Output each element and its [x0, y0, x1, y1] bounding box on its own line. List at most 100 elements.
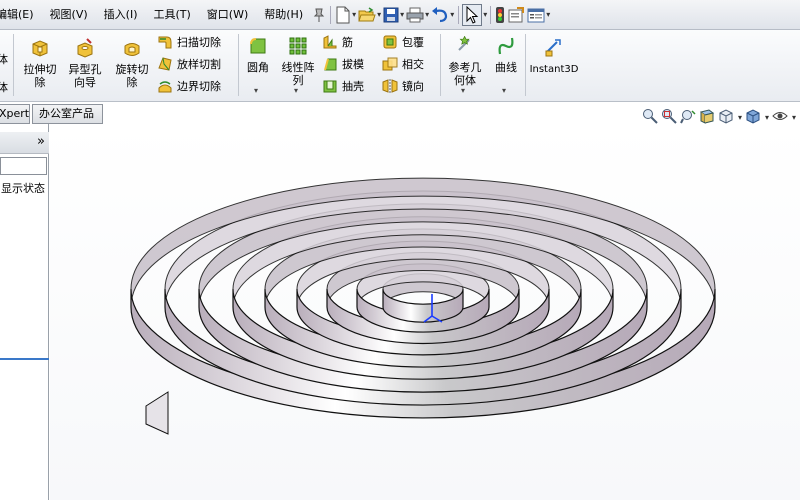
ribbon-partial-label: 体 — [0, 81, 8, 94]
hide-show-icon[interactable] — [772, 108, 788, 127]
print-icon[interactable]: ▾ — [405, 4, 430, 26]
shell-label: 抽壳 — [342, 80, 364, 93]
panel-header: » — [0, 132, 49, 154]
options-icon[interactable] — [506, 4, 526, 26]
curves-button[interactable]: 曲线 — [489, 36, 523, 74]
linear-pattern-dropdown[interactable]: ▾ — [294, 86, 298, 95]
rib-button[interactable]: 筋 — [322, 33, 353, 51]
linear-pattern-label: 线性阵 列 — [281, 61, 315, 87]
toolbar-separator — [330, 5, 332, 24]
tab-xpert[interactable]: Xpert — [0, 104, 30, 124]
heads-up-view-toolbar: ▾ ▾ ▾ — [642, 108, 796, 127]
extrude-cut-label: 拉伸切 除 — [23, 63, 57, 89]
ribbon-partial-item-1[interactable]: 体 — [0, 50, 8, 68]
ribbon-separator — [440, 34, 441, 96]
open-folder-icon[interactable]: ▾ — [357, 4, 382, 26]
linear-pattern-button[interactable]: 线性阵 列 — [277, 36, 319, 87]
solidworks-window: 编辑(E) 视图(V) 插入(I) 工具(T) 窗口(W) 帮助(H) ▾ ▾ … — [0, 0, 800, 500]
rib-icon — [323, 35, 337, 49]
boundary-cut-icon — [158, 81, 172, 93]
spiral-model[interactable] — [50, 124, 800, 500]
spiral-end-tab — [145, 391, 169, 435]
curves-dropdown[interactable]: ▾ — [502, 86, 506, 95]
instant3d-icon — [545, 39, 561, 57]
curves-label: 曲线 — [495, 61, 517, 74]
shell-icon — [323, 80, 337, 93]
shell-button[interactable]: 抽壳 — [322, 77, 364, 95]
sweep-cut-icon — [158, 36, 172, 49]
previous-view-icon[interactable] — [680, 108, 696, 127]
view-orientation-icon[interactable] — [718, 108, 734, 127]
wrap-label: 包覆 — [402, 36, 424, 49]
hole-wizard-icon — [77, 38, 93, 58]
ribbon-partial-item-2[interactable]: 体 — [0, 78, 8, 96]
tab-office-products[interactable]: 办公室产品 — [32, 104, 103, 124]
loft-cut-icon — [158, 57, 172, 71]
ribbon-separator — [525, 34, 526, 96]
mirror-icon — [382, 79, 398, 93]
intersect-button[interactable]: 相交 — [382, 55, 424, 73]
revolve-cut-icon — [124, 43, 140, 56]
menu-window[interactable]: 窗口(W) — [199, 0, 256, 30]
ribbon-partial-label: 体 — [0, 53, 8, 66]
expand-panel-button[interactable]: » — [37, 134, 45, 149]
draft-button[interactable]: 拔模 — [322, 55, 364, 73]
panel-filter-input[interactable] — [0, 157, 47, 175]
pin-icon[interactable] — [311, 4, 327, 26]
fillet-dropdown[interactable]: ▾ — [254, 86, 258, 95]
curves-icon — [498, 37, 514, 55]
rib-label: 筋 — [342, 36, 353, 49]
display-state-label: 显示状态 — [1, 182, 45, 195]
linear-pattern-icon — [289, 37, 307, 55]
wrap-button[interactable]: 包覆 — [382, 33, 424, 51]
section-view-icon[interactable] — [699, 108, 715, 127]
reference-geometry-dropdown[interactable]: ▾ — [461, 86, 465, 95]
sweep-cut-button[interactable]: 扫描切除 — [157, 33, 221, 51]
extrude-cut-button[interactable]: 拉伸切 除 — [18, 38, 62, 89]
hide-show-dropdown[interactable]: ▾ — [792, 113, 796, 122]
menu-insert[interactable]: 插入(I) — [96, 0, 146, 30]
draft-icon — [324, 58, 337, 71]
hole-wizard-button[interactable]: 异型孔 向导 — [63, 38, 107, 89]
extrude-cut-icon — [32, 40, 48, 57]
reference-geometry-label: 参考几 何体 — [448, 61, 482, 87]
revolve-cut-label: 旋转切 除 — [115, 63, 149, 89]
zoom-area-icon[interactable] — [661, 108, 677, 127]
save-icon[interactable]: ▾ — [382, 4, 405, 26]
loft-cut-button[interactable]: 放样切割 — [157, 55, 221, 73]
display-style-dropdown[interactable]: ▾ — [765, 113, 769, 122]
properties-icon[interactable]: ▾ — [526, 4, 551, 26]
display-style-icon[interactable] — [745, 108, 761, 127]
fillet-button[interactable]: 圆角 — [241, 36, 275, 74]
instant3d-button[interactable]: Instant3D — [528, 38, 580, 76]
menu-bar: 编辑(E) 视图(V) 插入(I) 工具(T) 窗口(W) 帮助(H) ▾ ▾ … — [0, 0, 800, 30]
ribbon-separator — [238, 34, 239, 96]
zoom-to-fit-icon[interactable] — [642, 108, 658, 127]
feature-manager-panel: » 显示状态 — [0, 124, 49, 500]
new-doc-icon[interactable]: ▾ — [334, 4, 357, 26]
menu-edit[interactable]: 编辑(E) — [0, 0, 42, 30]
mirror-label: 镜向 — [402, 80, 424, 93]
mirror-button[interactable]: 镜向 — [382, 77, 424, 95]
hole-wizard-label: 异型孔 向导 — [68, 63, 102, 89]
reference-geometry-button[interactable]: 参考几 何体 — [445, 35, 485, 87]
intersect-label: 相交 — [402, 58, 424, 71]
panel-divider — [0, 358, 49, 360]
select-arrow-icon[interactable] — [462, 3, 483, 26]
toolbar-separator — [458, 5, 460, 24]
view-orientation-dropdown[interactable]: ▾ — [738, 113, 742, 122]
undo-icon[interactable]: ▾ — [430, 4, 455, 26]
revolve-cut-button[interactable]: 旋转切 除 — [110, 38, 154, 89]
toolbar-separator — [490, 5, 492, 24]
boundary-cut-button[interactable]: 边界切除 — [157, 77, 221, 95]
loft-cut-label: 放样切割 — [177, 58, 221, 71]
ribbon-separator — [13, 34, 14, 96]
menu-view[interactable]: 视图(V) — [42, 0, 96, 30]
wrap-icon — [383, 35, 397, 49]
intersect-icon — [382, 57, 398, 71]
graphics-area[interactable]: ▾ ▾ ▾ — [50, 109, 800, 500]
traffic-light-icon[interactable] — [494, 4, 506, 26]
menu-help[interactable]: 帮助(H) — [256, 0, 311, 30]
instant3d-label: Instant3D — [529, 64, 579, 75]
menu-tools[interactable]: 工具(T) — [145, 0, 198, 30]
